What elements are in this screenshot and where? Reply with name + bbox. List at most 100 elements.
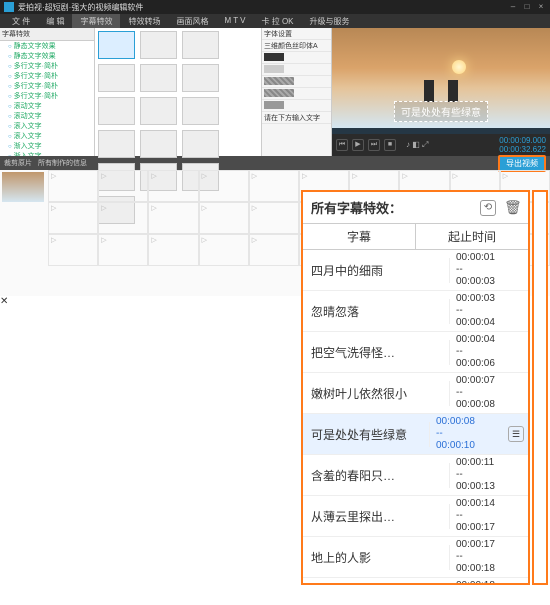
timeline-slot[interactable] <box>249 202 299 234</box>
menu-edit[interactable]: 编 辑 <box>38 14 72 28</box>
popup-title: 所有字幕特效： <box>311 198 402 217</box>
prop-color[interactable] <box>262 52 331 64</box>
prop-shadow[interactable] <box>262 64 331 76</box>
timeline-tab-b[interactable]: 所有制作的信息 <box>38 158 87 168</box>
preset-cell[interactable] <box>98 31 135 59</box>
app-logo <box>4 2 14 12</box>
tree-node[interactable]: 渐入文字 <box>0 141 94 151</box>
preset-cell[interactable] <box>140 130 177 158</box>
timeline-slot[interactable] <box>98 202 148 234</box>
preset-cell[interactable] <box>182 64 219 92</box>
back-icon[interactable]: ⟲ <box>480 200 496 216</box>
subtitle-row[interactable]: 含羞的春阳只…00:00:11--00:00:13 <box>303 455 528 496</box>
timeline-header: 裁剪原片 所有制作的信息 导出视频 <box>0 156 550 170</box>
menu-style[interactable]: 画面风格 <box>168 14 216 28</box>
timeline-slot[interactable] <box>98 170 148 202</box>
prev-button[interactable]: ⏮ <box>336 139 348 151</box>
preview-caption[interactable]: 可是处处有些绿意 <box>394 101 488 122</box>
export-button[interactable]: 导出视频 <box>498 155 546 172</box>
trash-icon[interactable]: 🗑 <box>504 200 520 216</box>
timeline-slot[interactable] <box>199 234 249 266</box>
menu-mtv[interactable]: M T V <box>216 14 253 28</box>
timeline-thumbs <box>0 170 48 280</box>
minimize-button[interactable]: – <box>508 2 518 12</box>
timeline-slot[interactable] <box>199 202 249 234</box>
subtitle-text: 忽晴忽落 <box>303 299 450 324</box>
title-bar: 爱拍视·超短剧·强大的视频编辑软件 – □ × <box>0 0 550 14</box>
tree-node[interactable]: 渐入文字 <box>0 151 94 156</box>
timeline-slot[interactable] <box>48 170 98 202</box>
timeline-slot[interactable] <box>48 234 98 266</box>
subtitle-row[interactable]: 从薄云里探出…00:00:14--00:00:17 <box>303 496 528 537</box>
subtitle-time: 00:00:08--00:00:10 <box>430 414 508 454</box>
sun-icon <box>452 60 466 74</box>
maximize-button[interactable]: □ <box>522 2 532 12</box>
subtitle-row[interactable]: 四月中的细雨00:00:01--00:00:03 <box>303 250 528 291</box>
properties-panel: 字体设置 三维颜色丝印体A 请在下方输入文字 <box>262 28 332 156</box>
preset-cell[interactable] <box>182 31 219 59</box>
preset-cell[interactable] <box>182 97 219 125</box>
timeline-slot[interactable] <box>148 170 198 202</box>
prop-pattern2[interactable] <box>262 88 331 100</box>
prop-pattern[interactable] <box>262 76 331 88</box>
menu-subtitle[interactable]: 字幕特效 <box>72 14 120 28</box>
prop-font[interactable]: 三维颜色丝印体A <box>262 40 331 52</box>
main-area: 字幕特效 静态文字效果 静态文字效果 多行文字·简朴 多行文字·简朴 多行文字·… <box>0 28 550 156</box>
preview-panel: 可是处处有些绿意 ⏮ ▶ ⏭ ■ ♪ ◧ ⤢ 00:00:09.000 00:0… <box>332 28 550 156</box>
timeline-slot[interactable] <box>48 202 98 234</box>
menu-upgrade[interactable]: 升级与服务 <box>302 14 358 28</box>
stop-button[interactable]: ■ <box>384 139 396 151</box>
preset-cell[interactable] <box>140 64 177 92</box>
timeline-slot[interactable] <box>148 202 198 234</box>
app-title: 爱拍视·超短剧·强大的视频编辑软件 <box>18 2 143 13</box>
preset-cell[interactable] <box>98 64 135 92</box>
preset-cell[interactable] <box>140 31 177 59</box>
tree-node[interactable]: 多行文字·简朴 <box>0 61 94 71</box>
play-button[interactable]: ▶ <box>352 139 364 151</box>
timeline-slot[interactable] <box>249 234 299 266</box>
tree-node[interactable]: 滚入文字 <box>0 131 94 141</box>
preset-cell[interactable] <box>182 130 219 158</box>
tree-node[interactable]: 滚动文字 <box>0 101 94 111</box>
menu-file[interactable]: 文 件 <box>4 14 38 28</box>
subtitle-row[interactable]: 树影00:00:18--00:00:19 <box>303 578 528 583</box>
tree-node[interactable]: 多行文字·简朴 <box>0 71 94 81</box>
row-menu-icon[interactable]: ☰ <box>508 426 524 442</box>
tree-node[interactable]: 静态文字效果 <box>0 41 94 51</box>
preset-cell[interactable] <box>140 97 177 125</box>
preset-cell[interactable] <box>98 130 135 158</box>
subtitle-row[interactable]: 可是处处有些绿意00:00:08--00:00:10☰ <box>303 414 528 455</box>
right-ruler <box>532 190 548 585</box>
subtitle-row[interactable]: 嫩树叶儿依然很小00:00:07--00:00:08 <box>303 373 528 414</box>
subtitle-time: 00:00:18--00:00:19 <box>450 578 528 583</box>
subtitle-time: 00:00:17--00:00:18 <box>450 537 528 577</box>
tree-node[interactable]: 静态文字效果 <box>0 51 94 61</box>
timeline-slot[interactable] <box>249 170 299 202</box>
prop-colorpick[interactable] <box>262 100 331 112</box>
video-preview[interactable]: 可是处处有些绿意 <box>332 28 550 128</box>
tree-tab[interactable]: 字幕特效 <box>0 28 94 41</box>
tree-node[interactable]: 多行文字·简朴 <box>0 91 94 101</box>
prop-input[interactable]: 请在下方输入文字 <box>262 112 331 124</box>
menu-karaoke[interactable]: 卡 拉 OK <box>254 14 302 28</box>
subtitle-row[interactable]: 把空气洗得怪…00:00:04--00:00:06 <box>303 332 528 373</box>
effect-preset-grid <box>95 28 262 156</box>
menu-bar: 文 件 编 辑 字幕特效 特效转场 画面风格 M T V 卡 拉 OK 升级与服… <box>0 14 550 28</box>
close-button[interactable]: × <box>536 2 546 12</box>
timeline-slot[interactable] <box>148 234 198 266</box>
subtitle-row[interactable]: 地上的人影00:00:17--00:00:18 <box>303 537 528 578</box>
subtitle-row[interactable]: 忽晴忽落00:00:03--00:00:04 <box>303 291 528 332</box>
preset-cell[interactable] <box>98 97 135 125</box>
next-button[interactable]: ⏭ <box>368 139 380 151</box>
menu-transition[interactable]: 特效转场 <box>120 14 168 28</box>
tree-node[interactable]: 多行文字·简朴 <box>0 81 94 91</box>
popup-header: 所有字幕特效： ⟲ 🗑 <box>303 192 528 224</box>
subtitle-list[interactable]: 四月中的细雨00:00:01--00:00:03忽晴忽落00:00:03--00… <box>303 250 528 583</box>
tree-node[interactable]: 滚动文字 <box>0 111 94 121</box>
timeline-tab-a[interactable]: 裁剪原片 <box>4 158 32 168</box>
tree-node[interactable]: 滚入文字 <box>0 121 94 131</box>
clip-thumbnail[interactable] <box>2 172 44 202</box>
timeline-slot[interactable] <box>98 234 148 266</box>
timeline-slot[interactable] <box>199 170 249 202</box>
share-icons[interactable]: ♪ ◧ ⤢ <box>406 140 428 150</box>
